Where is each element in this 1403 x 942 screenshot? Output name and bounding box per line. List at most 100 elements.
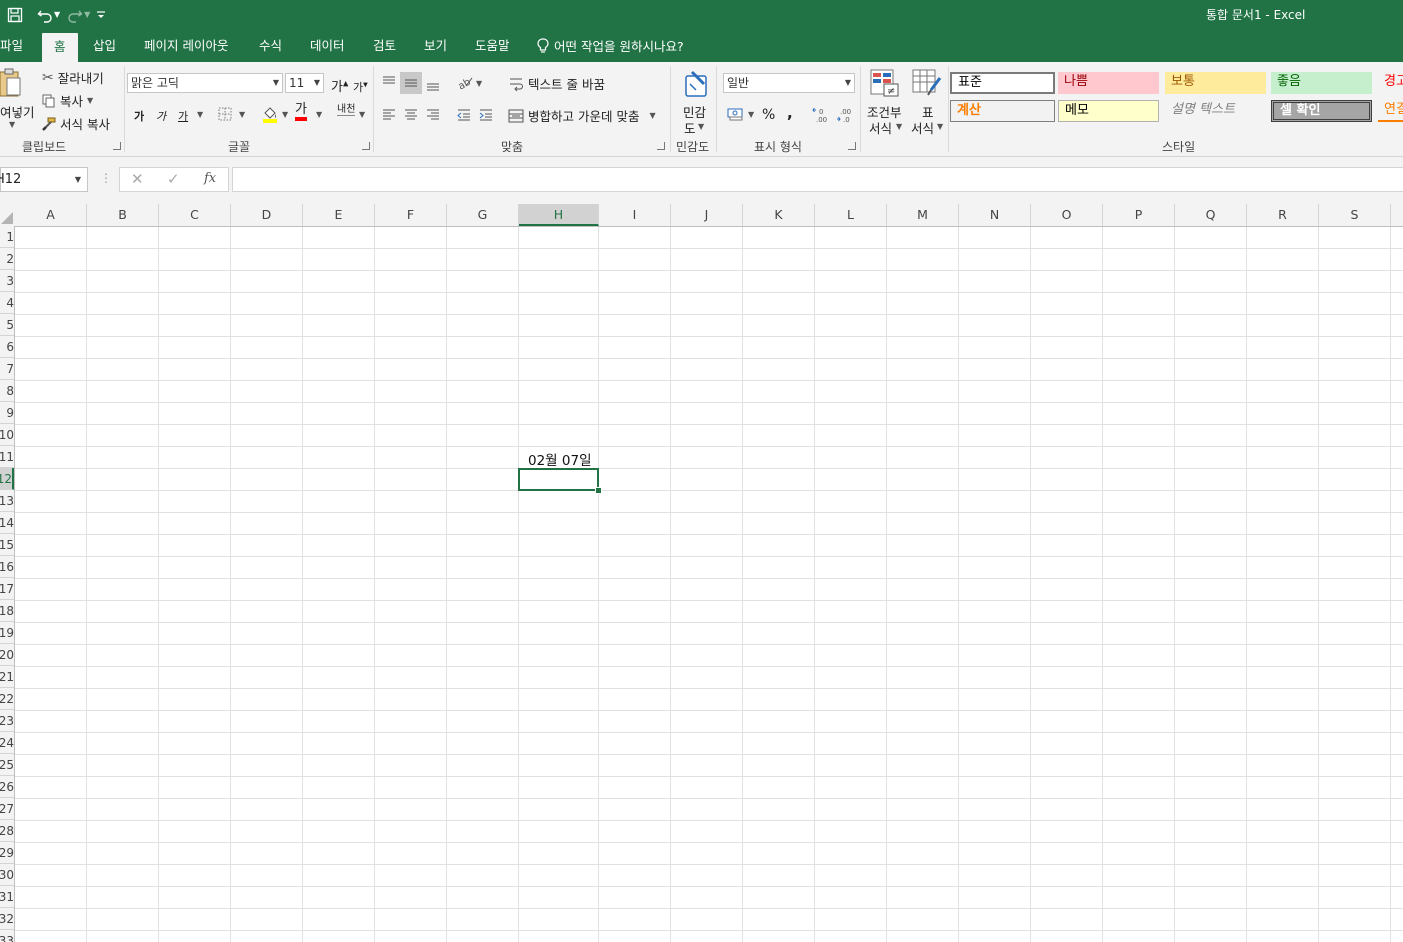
- row-header-25[interactable]: 25: [0, 754, 14, 776]
- font-dialog-launcher[interactable]: [362, 142, 370, 150]
- sensitivity-dropdown-icon[interactable]: ▼: [698, 122, 704, 131]
- row-header-27[interactable]: 27: [0, 798, 14, 820]
- active-cell-selection[interactable]: [518, 468, 599, 491]
- merge-center-button[interactable]: 병합하고 가운데 맞춤 ▼: [508, 106, 656, 125]
- sensitivity-icon[interactable]: [682, 68, 710, 101]
- align-top-icon[interactable]: [381, 74, 397, 93]
- cell-style-9[interactable]: 연결: [1378, 100, 1403, 122]
- conditional-formatting-label2[interactable]: 서식: [869, 118, 892, 137]
- align-left-icon[interactable]: [381, 107, 397, 126]
- column-header-L[interactable]: L: [815, 204, 887, 226]
- conditional-formatting-dropdown-icon[interactable]: ▼: [896, 122, 902, 131]
- row-header-12[interactable]: 12: [0, 468, 14, 490]
- row-header-11[interactable]: 11: [0, 446, 14, 468]
- align-middle-icon[interactable]: [400, 72, 422, 94]
- sensitivity-label-line2[interactable]: 도: [684, 118, 696, 137]
- column-header-G[interactable]: G: [447, 204, 519, 226]
- paste-button[interactable]: [0, 68, 22, 101]
- cell-style-7[interactable]: 설명 텍스트: [1165, 100, 1266, 122]
- row-header-20[interactable]: 20: [0, 644, 14, 666]
- column-header-P[interactable]: P: [1103, 204, 1175, 226]
- cell-style-0[interactable]: 표준: [950, 72, 1055, 94]
- cell-style-8[interactable]: 셀 확인: [1271, 100, 1372, 122]
- row-header-4[interactable]: 4: [0, 292, 14, 314]
- accounting-format-icon[interactable]: [727, 106, 745, 125]
- copy-dropdown-icon[interactable]: ▼: [87, 96, 93, 105]
- clipboard-dialog-launcher[interactable]: [113, 142, 121, 150]
- borders-button[interactable]: [218, 107, 232, 124]
- row-header-16[interactable]: 16: [0, 556, 14, 578]
- phonetic-dropdown-icon[interactable]: ▼: [359, 110, 365, 119]
- tab-home[interactable]: 홈: [42, 33, 78, 62]
- select-all-corner[interactable]: [0, 204, 14, 226]
- cell-style-5[interactable]: 계산: [950, 100, 1055, 122]
- align-center-icon[interactable]: [403, 107, 419, 126]
- orientation-dropdown-icon[interactable]: ▼: [476, 79, 482, 88]
- row-header-1[interactable]: 1: [0, 226, 14, 248]
- row-header-24[interactable]: 24: [0, 732, 14, 754]
- column-header-E[interactable]: E: [303, 204, 375, 226]
- column-header-J[interactable]: J: [671, 204, 743, 226]
- font-color-dropdown-icon[interactable]: ▼: [316, 110, 322, 119]
- row-header-13[interactable]: 13: [0, 490, 14, 512]
- customize-qat-icon[interactable]: [94, 4, 108, 26]
- alignment-dialog-launcher[interactable]: [657, 142, 665, 150]
- redo-dropdown-icon[interactable]: ▼: [84, 10, 90, 19]
- row-header-17[interactable]: 17: [0, 578, 14, 600]
- row-header-8[interactable]: 8: [0, 380, 14, 402]
- column-header-I[interactable]: I: [599, 204, 671, 226]
- insert-function-icon[interactable]: fx: [204, 171, 216, 186]
- redo-icon[interactable]: [64, 4, 86, 26]
- column-header-O[interactable]: O: [1031, 204, 1103, 226]
- row-header-14[interactable]: 14: [0, 512, 14, 534]
- row-header-3[interactable]: 3: [0, 270, 14, 292]
- row-header-9[interactable]: 9: [0, 402, 14, 424]
- save-icon[interactable]: [4, 4, 26, 26]
- tab-help[interactable]: 도움말: [475, 29, 510, 62]
- paste-label[interactable]: 여넣기: [0, 102, 35, 121]
- phonetic-button[interactable]: 내천: [337, 105, 355, 116]
- undo-icon[interactable]: [34, 4, 56, 26]
- fill-handle[interactable]: [595, 487, 602, 494]
- tab-file[interactable]: 파일: [0, 29, 23, 62]
- cut-button[interactable]: ✂ 잘라내기: [42, 68, 104, 87]
- format-as-table-dropdown-icon[interactable]: ▼: [937, 122, 943, 131]
- shrink-font-button[interactable]: 가▼: [353, 79, 368, 95]
- tell-me-search[interactable]: 어떤 작업을 원하시나요?: [537, 29, 684, 62]
- row-header-5[interactable]: 5: [0, 314, 14, 336]
- column-header-H[interactable]: H: [519, 204, 599, 226]
- name-box[interactable]: H12 ▼: [0, 167, 88, 192]
- row-header-19[interactable]: 19: [0, 622, 14, 644]
- copy-button[interactable]: 복사 ▼: [42, 91, 93, 110]
- row-header-2[interactable]: 2: [0, 248, 14, 270]
- row-header-6[interactable]: 6: [0, 336, 14, 358]
- decrease-decimal-icon[interactable]: .00.0: [836, 107, 856, 126]
- column-header-N[interactable]: N: [959, 204, 1031, 226]
- orientation-icon[interactable]: ab: [456, 74, 474, 93]
- increase-indent-icon[interactable]: [478, 107, 494, 126]
- format-as-table-label2[interactable]: 서식: [911, 118, 934, 137]
- tab-page-layout[interactable]: 페이지 레이아웃: [144, 29, 228, 62]
- name-box-dropdown-icon[interactable]: ▼: [75, 168, 81, 191]
- merge-dropdown-icon[interactable]: ▼: [649, 111, 655, 120]
- column-header-B[interactable]: B: [87, 204, 159, 226]
- font-size-combo[interactable]: 11 ▼: [285, 73, 324, 93]
- row-header-23[interactable]: 23: [0, 710, 14, 732]
- column-header-D[interactable]: D: [231, 204, 303, 226]
- font-color-button[interactable]: 가: [295, 103, 307, 121]
- accounting-dropdown-icon[interactable]: ▼: [748, 110, 754, 119]
- grow-font-button[interactable]: 가▲: [331, 76, 348, 95]
- formula-input[interactable]: [232, 167, 1403, 192]
- tab-view[interactable]: 보기: [424, 29, 447, 62]
- row-header-7[interactable]: 7: [0, 358, 14, 380]
- font-name-combo[interactable]: 맑은 고딕 ▼: [127, 73, 283, 93]
- column-header-F[interactable]: F: [375, 204, 447, 226]
- cell-style-4[interactable]: 경고: [1378, 72, 1403, 94]
- cell-style-2[interactable]: 보통: [1165, 72, 1266, 94]
- font-size-dropdown-icon[interactable]: ▼: [314, 74, 320, 92]
- row-header-29[interactable]: 29: [0, 842, 14, 864]
- cancel-icon[interactable]: ✕: [131, 170, 144, 188]
- number-format-combo[interactable]: 일반 ▼: [723, 73, 855, 93]
- row-header-21[interactable]: 21: [0, 666, 14, 688]
- row-header-31[interactable]: 31: [0, 886, 14, 908]
